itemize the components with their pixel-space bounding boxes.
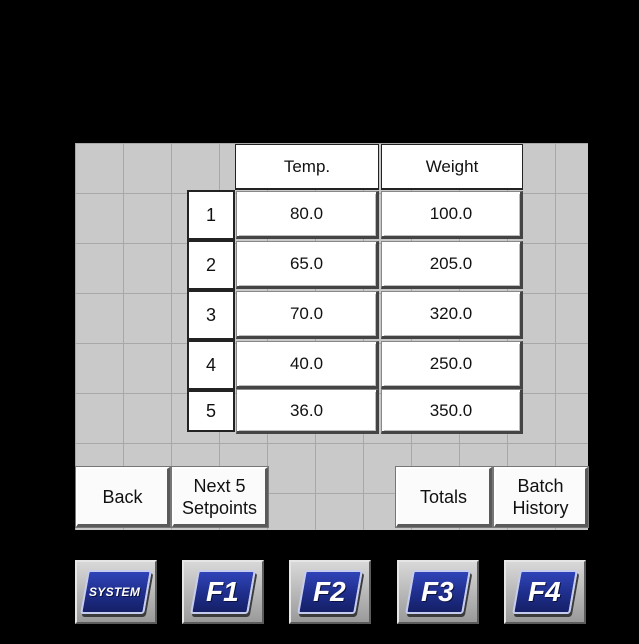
setpoint-index-1: 1 bbox=[187, 190, 235, 240]
next-button-label-line2: Setpoints bbox=[181, 497, 258, 518]
batch-button-label-line2: History bbox=[512, 497, 569, 518]
f4-key[interactable]: F4 bbox=[504, 560, 586, 624]
temp-setpoint-4[interactable]: 40.0 bbox=[236, 341, 379, 389]
next-button-label-line1: Next 5 bbox=[193, 475, 246, 496]
weight-setpoint-4[interactable]: 250.0 bbox=[381, 341, 523, 389]
temp-setpoint-1[interactable]: 80.0 bbox=[236, 191, 379, 239]
f3-key-face: F3 bbox=[405, 570, 471, 614]
f1-key-label: F1 bbox=[205, 576, 239, 607]
temp-setpoint-3[interactable]: 70.0 bbox=[236, 291, 379, 339]
system-key[interactable]: SYSTEM bbox=[75, 560, 157, 624]
setpoint-index-5: 5 bbox=[187, 390, 235, 432]
f2-key-face: F2 bbox=[297, 570, 363, 614]
f1-key[interactable]: F1 bbox=[182, 560, 264, 624]
temp-setpoint-2[interactable]: 65.0 bbox=[236, 241, 379, 289]
back-button[interactable]: Back bbox=[75, 466, 171, 528]
back-button-label: Back bbox=[102, 486, 143, 507]
weight-column-header: Weight bbox=[381, 144, 523, 190]
f2-key-label: F2 bbox=[312, 576, 346, 607]
weight-setpoint-1[interactable]: 100.0 bbox=[381, 191, 523, 239]
f3-key-label: F3 bbox=[420, 576, 454, 607]
f2-key[interactable]: F2 bbox=[289, 560, 371, 624]
setpoint-index-2: 2 bbox=[187, 240, 235, 290]
f4-key-face: F4 bbox=[512, 570, 578, 614]
weight-setpoint-5[interactable]: 350.0 bbox=[381, 389, 523, 434]
setpoint-index-3: 3 bbox=[187, 290, 235, 340]
system-key-face: SYSTEM bbox=[80, 570, 152, 614]
batch-button-label-line1: Batch bbox=[517, 475, 564, 496]
temp-setpoint-5[interactable]: 36.0 bbox=[236, 389, 379, 434]
totals-button-label: Totals bbox=[419, 486, 468, 507]
setpoint-index-4: 4 bbox=[187, 340, 235, 390]
totals-button[interactable]: Totals bbox=[395, 466, 493, 528]
f4-key-label: F4 bbox=[527, 576, 561, 607]
f1-key-face: F1 bbox=[190, 570, 256, 614]
temp-column-header: Temp. bbox=[235, 144, 379, 190]
system-key-label: SYSTEM bbox=[89, 585, 141, 599]
batch-history-button[interactable]: Batch History bbox=[493, 466, 589, 528]
next-5-setpoints-button[interactable]: Next 5 Setpoints bbox=[171, 466, 269, 528]
weight-setpoint-3[interactable]: 320.0 bbox=[381, 291, 523, 339]
weight-setpoint-2[interactable]: 205.0 bbox=[381, 241, 523, 289]
f3-key[interactable]: F3 bbox=[397, 560, 479, 624]
